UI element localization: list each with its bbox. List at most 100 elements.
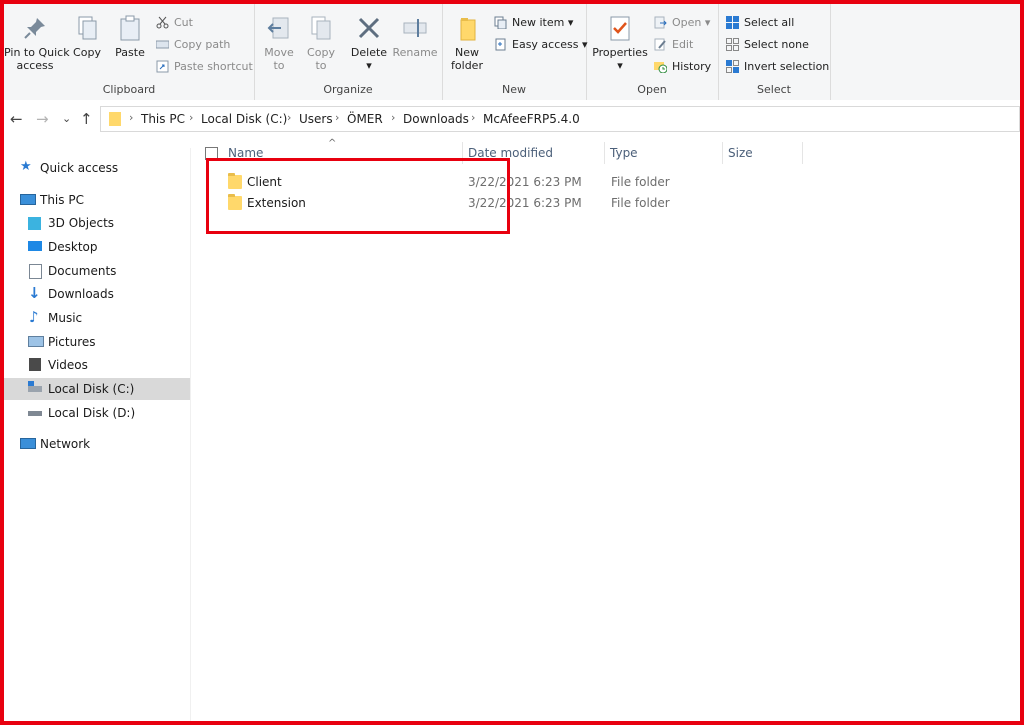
back-arrow-icon[interactable]: ←	[10, 110, 23, 128]
sidebar-item-label: Quick access	[40, 161, 119, 175]
new-item-icon	[494, 16, 507, 29]
sidebar-item-network[interactable]: Network	[4, 433, 190, 455]
file-type: File folder	[611, 175, 670, 189]
edit-button[interactable]: Edit	[654, 36, 693, 54]
edit-label: Edit	[672, 38, 694, 51]
open-icon	[654, 16, 667, 29]
sidebar-item-music[interactable]: ♪ Music	[4, 307, 190, 329]
file-type: File folder	[611, 196, 670, 210]
select-all-icon	[726, 16, 739, 29]
sidebar-item-videos[interactable]: Videos	[4, 354, 190, 376]
breadcrumb-separator-icon[interactable]: ›	[471, 111, 475, 124]
history-button[interactable]: History	[654, 58, 711, 76]
breadcrumb-users[interactable]: Users	[299, 112, 333, 126]
column-header-type[interactable]: Type	[610, 146, 638, 160]
forward-arrow-icon[interactable]: →	[36, 110, 49, 128]
delete-x-icon	[355, 14, 383, 42]
move-to-button[interactable]: Move to	[262, 14, 296, 72]
sidebar-item-3d-objects[interactable]: 3D Objects	[4, 212, 190, 234]
edit-pencil-icon	[654, 38, 666, 51]
windows-drive-icon	[28, 386, 42, 392]
breadcrumb-separator-icon[interactable]: ›	[287, 111, 291, 124]
sidebar-item-pictures[interactable]: Pictures	[4, 331, 190, 353]
sidebar-item-quick-access[interactable]: ★ Quick access	[4, 157, 190, 179]
sidebar-item-desktop[interactable]: Desktop	[4, 236, 190, 258]
sidebar-item-label: Local Disk (D:)	[48, 406, 136, 420]
rename-button[interactable]: Rename	[392, 14, 438, 59]
sidebar-item-local-disk-d[interactable]: Local Disk (D:)	[4, 402, 190, 424]
invert-selection-label: Invert selection	[744, 60, 830, 73]
breadcrumb-separator-icon[interactable]: ›	[189, 111, 193, 124]
new-item-button[interactable]: New item ▾	[494, 14, 573, 32]
drive-icon	[28, 411, 42, 416]
folder-icon	[109, 112, 121, 126]
cube-icon	[28, 217, 41, 230]
cut-button[interactable]: Cut	[156, 14, 193, 32]
select-group: Select all Select none Invert selection …	[718, 4, 831, 100]
breadcrumb-downloads[interactable]: Downloads	[403, 112, 469, 126]
copy-button[interactable]: Copy	[72, 14, 102, 59]
new-group: New folder New item ▾ Easy access ▾ New	[442, 4, 588, 100]
properties-dropdown-icon: ▾	[617, 59, 623, 72]
recent-locations-chevron-icon[interactable]: ⌄	[62, 112, 71, 125]
breadcrumb-omer[interactable]: ÖMER	[347, 112, 383, 126]
copy-to-button[interactable]: Copy to	[304, 14, 338, 72]
rename-label: Rename	[392, 46, 438, 59]
breadcrumb-local-disk-c[interactable]: Local Disk (C:)	[201, 112, 287, 126]
sidebar-item-label: Desktop	[48, 240, 98, 254]
column-divider[interactable]	[722, 142, 723, 164]
new-folder-button[interactable]: New folder	[450, 14, 484, 72]
ribbon: Pin to Quick access Copy Paste Cut Copy …	[4, 4, 1020, 101]
film-icon	[29, 358, 41, 371]
delete-dropdown-icon: ▾	[366, 59, 372, 72]
open-button[interactable]: Open ▾	[654, 14, 710, 32]
up-arrow-icon[interactable]: ↑	[80, 110, 93, 128]
breadcrumb-separator-icon[interactable]: ›	[129, 111, 133, 124]
select-all-label: Select all	[744, 16, 795, 29]
sidebar-item-label: Videos	[48, 358, 88, 372]
invert-selection-button[interactable]: Invert selection	[726, 58, 829, 76]
sidebar-item-this-pc[interactable]: This PC	[4, 189, 190, 211]
sort-ascending-icon: ^	[328, 138, 337, 149]
desktop-icon	[28, 241, 42, 251]
new-folder-label: New folder	[451, 46, 483, 72]
breadcrumb-separator-icon[interactable]: ›	[335, 111, 339, 124]
rename-icon	[401, 14, 429, 42]
easy-access-label: Easy access	[512, 38, 579, 51]
paste-button[interactable]: Paste	[112, 14, 148, 59]
open-group: Properties ▾ Open ▾ Edit History Open	[586, 4, 719, 100]
easy-access-button[interactable]: Easy access ▾	[494, 36, 588, 54]
column-header-size[interactable]: Size	[728, 146, 753, 160]
address-bar[interactable]: › This PC › Local Disk (C:) › Users › ÖM…	[100, 106, 1020, 132]
pin-to-quick-access-button[interactable]: Pin to Quick access	[4, 14, 70, 72]
properties-button[interactable]: Properties ▾	[592, 14, 648, 72]
breadcrumb-this-pc[interactable]: This PC	[141, 112, 185, 126]
copy-path-icon	[156, 40, 169, 49]
select-all-button[interactable]: Select all	[726, 14, 794, 32]
sidebar-item-label: This PC	[40, 193, 84, 207]
select-none-button[interactable]: Select none	[726, 36, 809, 54]
sidebar-item-label: Downloads	[48, 287, 114, 301]
column-divider[interactable]	[604, 142, 605, 164]
document-icon	[29, 264, 42, 279]
pin-label: Pin to Quick access	[4, 46, 70, 72]
red-highlight-box	[206, 158, 510, 234]
sidebar-item-documents[interactable]: Documents	[4, 260, 190, 282]
sidebar-item-label: Documents	[48, 264, 117, 278]
sidebar-item-local-disk-c[interactable]: Local Disk (C:)	[4, 378, 190, 400]
column-divider[interactable]	[802, 142, 803, 164]
copy-path-label: Copy path	[174, 38, 231, 51]
cut-label: Cut	[174, 16, 193, 29]
easy-access-icon	[495, 38, 506, 51]
network-icon	[20, 438, 36, 449]
delete-button[interactable]: Delete ▾	[350, 14, 388, 72]
sidebar-item-label: 3D Objects	[48, 216, 115, 230]
copy-path-button[interactable]: Copy path	[156, 36, 230, 54]
breadcrumb-current-folder[interactable]: McAfeeFRP5.4.0	[483, 112, 580, 126]
breadcrumb-separator-icon[interactable]: ›	[391, 111, 395, 124]
sidebar-item-downloads[interactable]: ↓ Downloads	[4, 283, 190, 305]
windows-logo-icon	[28, 381, 34, 386]
clipboard-group: Pin to Quick access Copy Paste Cut Copy …	[4, 4, 255, 100]
picture-icon	[28, 336, 44, 347]
paste-shortcut-button[interactable]: Paste shortcut	[156, 58, 253, 76]
